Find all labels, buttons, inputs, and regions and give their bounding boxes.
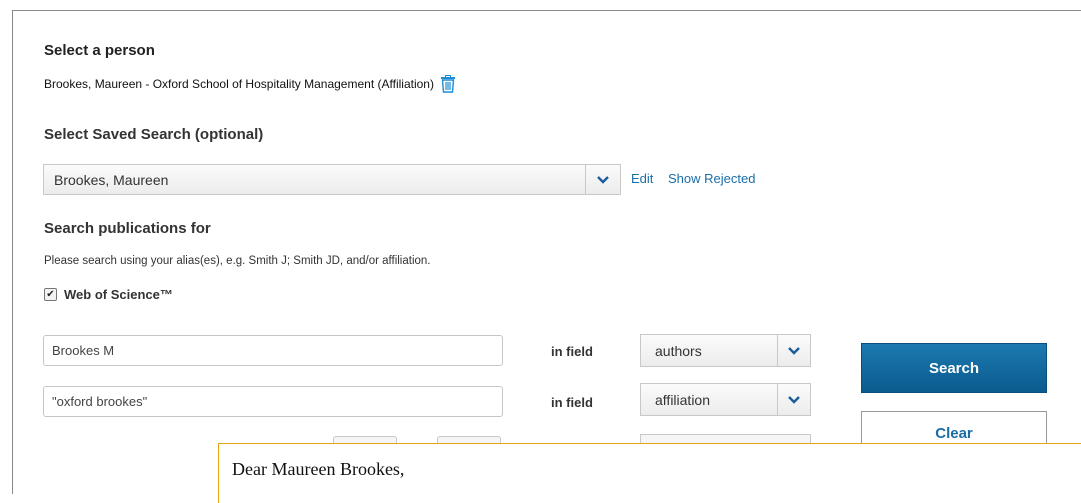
web-of-science-label: Web of Science™: [64, 287, 173, 302]
checkmark-icon: ✔: [46, 288, 55, 300]
saved-search-heading: Select Saved Search (optional): [44, 126, 264, 143]
author-search-input[interactable]: Brookes M: [43, 335, 503, 366]
chevron-down-icon[interactable]: [777, 335, 810, 366]
author-search-value: Brookes M: [52, 343, 115, 358]
web-of-science-option[interactable]: ✔ Web of Science™: [44, 287, 173, 302]
edit-link[interactable]: Edit: [631, 171, 653, 186]
message-popup: Dear Maureen Brookes,: [218, 443, 1081, 503]
search-button[interactable]: Search: [861, 343, 1047, 393]
affiliation-search-input[interactable]: "oxford brookes": [43, 386, 503, 417]
web-of-science-checkbox[interactable]: ✔: [44, 288, 57, 301]
affiliation-search-value: "oxford brookes": [52, 394, 148, 409]
select-person-heading: Select a person: [44, 42, 155, 59]
trash-icon[interactable]: [440, 75, 456, 93]
in-field-label: in field: [551, 395, 593, 410]
chevron-down-icon[interactable]: [585, 165, 620, 194]
selected-person: Brookes, Maureen - Oxford School of Hosp…: [44, 75, 456, 93]
in-field-label: in field: [551, 344, 593, 359]
saved-search-select[interactable]: Brookes, Maureen: [43, 164, 621, 195]
search-publications-heading: Search publications for: [44, 220, 211, 237]
show-rejected-link[interactable]: Show Rejected: [668, 171, 755, 186]
search-hint: Please search using your alias(es), e.g.…: [44, 255, 431, 267]
saved-search-value: Brookes, Maureen: [54, 171, 169, 188]
popup-greeting: Dear Maureen Brookes,: [232, 459, 405, 479]
field-select-affiliation[interactable]: affiliation: [640, 383, 811, 416]
selected-person-label: Brookes, Maureen - Oxford School of Hosp…: [44, 77, 434, 91]
chevron-down-icon[interactable]: [777, 384, 810, 415]
field-select-value: affiliation: [655, 391, 711, 408]
field-select-authors[interactable]: authors: [640, 334, 811, 367]
field-select-value: authors: [655, 342, 702, 359]
